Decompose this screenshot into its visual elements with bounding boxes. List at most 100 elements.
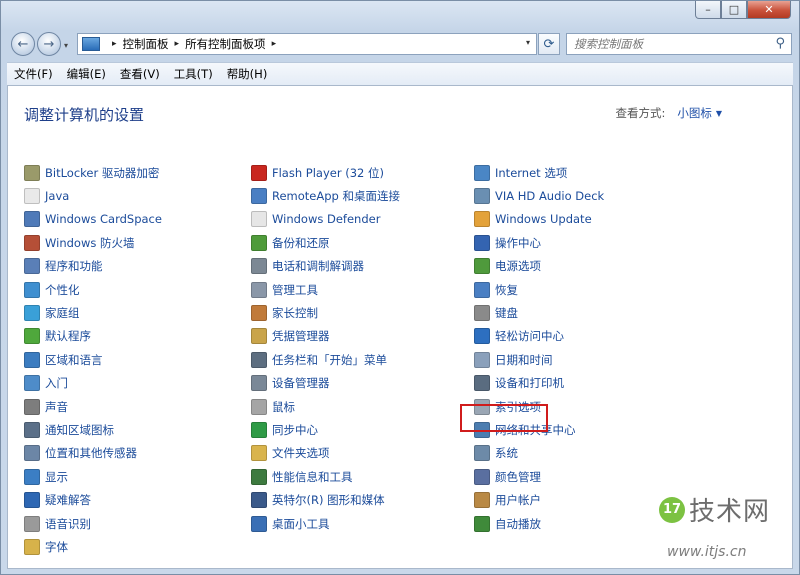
- control-panel-item[interactable]: 性能信息和工具: [251, 465, 400, 488]
- control-panel-item[interactable]: Flash Player (32 位): [251, 161, 400, 184]
- control-panel-item[interactable]: RemoteApp 和桌面连接: [251, 184, 400, 207]
- control-panel-item[interactable]: 电话和调制解调器: [251, 255, 400, 278]
- control-panel-item[interactable]: 系统: [474, 442, 604, 465]
- control-panel-item[interactable]: 家长控制: [251, 301, 400, 324]
- item-label[interactable]: 设备和打印机: [495, 375, 564, 391]
- item-label[interactable]: Windows Update: [495, 212, 592, 226]
- control-panel-item[interactable]: 桌面小工具: [251, 512, 400, 535]
- item-label[interactable]: 自动播放: [495, 516, 541, 532]
- item-label[interactable]: 键盘: [495, 305, 518, 321]
- close-button[interactable]: ✕: [747, 1, 791, 19]
- control-panel-item[interactable]: 任务栏和「开始」菜单: [251, 348, 400, 371]
- control-panel-item[interactable]: 管理工具: [251, 278, 400, 301]
- item-label[interactable]: 通知区域图标: [45, 422, 114, 438]
- address-dropdown-icon[interactable]: ▾: [526, 38, 530, 47]
- control-panel-item[interactable]: 通知区域图标: [24, 418, 162, 441]
- breadcrumb-all-items[interactable]: 所有控制面板项: [185, 36, 266, 52]
- item-label[interactable]: 显示: [45, 469, 68, 485]
- item-label[interactable]: 程序和功能: [45, 258, 103, 274]
- item-label[interactable]: 用户帐户: [495, 492, 541, 508]
- item-label[interactable]: 英特尔(R) 图形和媒体: [272, 492, 385, 508]
- breadcrumb-separator-icon[interactable]: ▸: [112, 39, 117, 49]
- recent-pages-dropdown[interactable]: ▾: [64, 41, 68, 50]
- control-panel-item[interactable]: 备份和还原: [251, 231, 400, 254]
- control-panel-item[interactable]: 设备和打印机: [474, 372, 604, 395]
- item-label[interactable]: 家庭组: [45, 305, 80, 321]
- item-label[interactable]: Windows Defender: [272, 212, 380, 226]
- item-label[interactable]: RemoteApp 和桌面连接: [272, 188, 400, 204]
- control-panel-item[interactable]: 电源选项: [474, 255, 604, 278]
- control-panel-item[interactable]: Windows CardSpace: [24, 208, 162, 231]
- item-label[interactable]: 个性化: [45, 282, 80, 298]
- item-label[interactable]: 备份和还原: [272, 235, 330, 251]
- control-panel-item[interactable]: 颜色管理: [474, 465, 604, 488]
- control-panel-item[interactable]: 个性化: [24, 278, 162, 301]
- item-label[interactable]: 管理工具: [272, 282, 318, 298]
- search-icon[interactable]: ⚲: [775, 36, 785, 51]
- control-panel-item[interactable]: 恢复: [474, 278, 604, 301]
- item-label[interactable]: 位置和其他传感器: [45, 445, 137, 461]
- item-label[interactable]: BitLocker 驱动器加密: [45, 165, 159, 181]
- item-label[interactable]: 凭据管理器: [272, 328, 330, 344]
- item-label[interactable]: 桌面小工具: [272, 516, 330, 532]
- item-label[interactable]: 入门: [45, 375, 68, 391]
- control-panel-item[interactable]: 同步中心: [251, 418, 400, 441]
- item-label[interactable]: 区域和语言: [45, 352, 103, 368]
- control-panel-item[interactable]: VIA HD Audio Deck: [474, 184, 604, 207]
- control-panel-item[interactable]: 语音识别: [24, 512, 162, 535]
- control-panel-item[interactable]: Windows Update: [474, 208, 604, 231]
- item-label[interactable]: 疑难解答: [45, 492, 91, 508]
- control-panel-item[interactable]: 位置和其他传感器: [24, 442, 162, 465]
- item-label[interactable]: 家长控制: [272, 305, 318, 321]
- item-label[interactable]: 日期和时间: [495, 352, 553, 368]
- control-panel-item[interactable]: 默认程序: [24, 325, 162, 348]
- item-label[interactable]: VIA HD Audio Deck: [495, 189, 604, 203]
- menu-tools[interactable]: 工具(T): [167, 66, 220, 82]
- item-label[interactable]: 任务栏和「开始」菜单: [272, 352, 387, 368]
- control-panel-item[interactable]: 文件夹选项: [251, 442, 400, 465]
- breadcrumb-separator-icon[interactable]: ▸: [175, 39, 180, 49]
- control-panel-item[interactable]: 入门: [24, 372, 162, 395]
- control-panel-item[interactable]: 家庭组: [24, 301, 162, 324]
- refresh-button[interactable]: ⟳: [538, 33, 560, 55]
- menu-view[interactable]: 查看(V): [113, 66, 167, 82]
- control-panel-item[interactable]: Windows 防火墙: [24, 231, 162, 254]
- menu-edit[interactable]: 编辑(E): [60, 66, 113, 82]
- control-panel-item[interactable]: 英特尔(R) 图形和媒体: [251, 488, 400, 511]
- control-panel-item[interactable]: 日期和时间: [474, 348, 604, 371]
- item-label[interactable]: 电源选项: [495, 258, 541, 274]
- control-panel-item[interactable]: 疑难解答: [24, 488, 162, 511]
- maximize-button[interactable]: □: [721, 1, 747, 19]
- item-label[interactable]: 设备管理器: [272, 375, 330, 391]
- control-panel-item[interactable]: 程序和功能: [24, 255, 162, 278]
- breadcrumb-separator-icon[interactable]: ▸: [272, 39, 277, 49]
- item-label[interactable]: 系统: [495, 445, 518, 461]
- menu-file[interactable]: 文件(F): [7, 66, 60, 82]
- control-panel-item[interactable]: 声音: [24, 395, 162, 418]
- chevron-down-icon[interactable]: ▼: [716, 109, 722, 118]
- item-label[interactable]: 轻松访问中心: [495, 328, 564, 344]
- control-panel-item[interactable]: 鼠标: [251, 395, 400, 418]
- address-bar[interactable]: ▸ 控制面板 ▸ 所有控制面板项 ▸ ▾: [77, 33, 537, 55]
- item-label[interactable]: 字体: [45, 539, 68, 555]
- item-label[interactable]: 默认程序: [45, 328, 91, 344]
- control-panel-item[interactable]: Internet 选项: [474, 161, 604, 184]
- control-panel-item[interactable]: Java: [24, 184, 162, 207]
- item-label[interactable]: Windows 防火墙: [45, 235, 135, 251]
- item-label[interactable]: Internet 选项: [495, 165, 567, 181]
- control-panel-item[interactable]: 设备管理器: [251, 372, 400, 395]
- item-label[interactable]: 语音识别: [45, 516, 91, 532]
- item-label[interactable]: Java: [45, 189, 69, 203]
- forward-button[interactable]: →: [37, 32, 61, 56]
- item-label[interactable]: 同步中心: [272, 422, 318, 438]
- control-panel-item[interactable]: BitLocker 驱动器加密: [24, 161, 162, 184]
- item-label[interactable]: 性能信息和工具: [272, 469, 353, 485]
- item-label[interactable]: Windows CardSpace: [45, 212, 162, 226]
- control-panel-item[interactable]: 字体: [24, 535, 162, 558]
- control-panel-item[interactable]: 区域和语言: [24, 348, 162, 371]
- item-label[interactable]: 恢复: [495, 282, 518, 298]
- item-label[interactable]: 颜色管理: [495, 469, 541, 485]
- control-panel-item[interactable]: 轻松访问中心: [474, 325, 604, 348]
- control-panel-item[interactable]: 凭据管理器: [251, 325, 400, 348]
- item-label[interactable]: 鼠标: [272, 399, 295, 415]
